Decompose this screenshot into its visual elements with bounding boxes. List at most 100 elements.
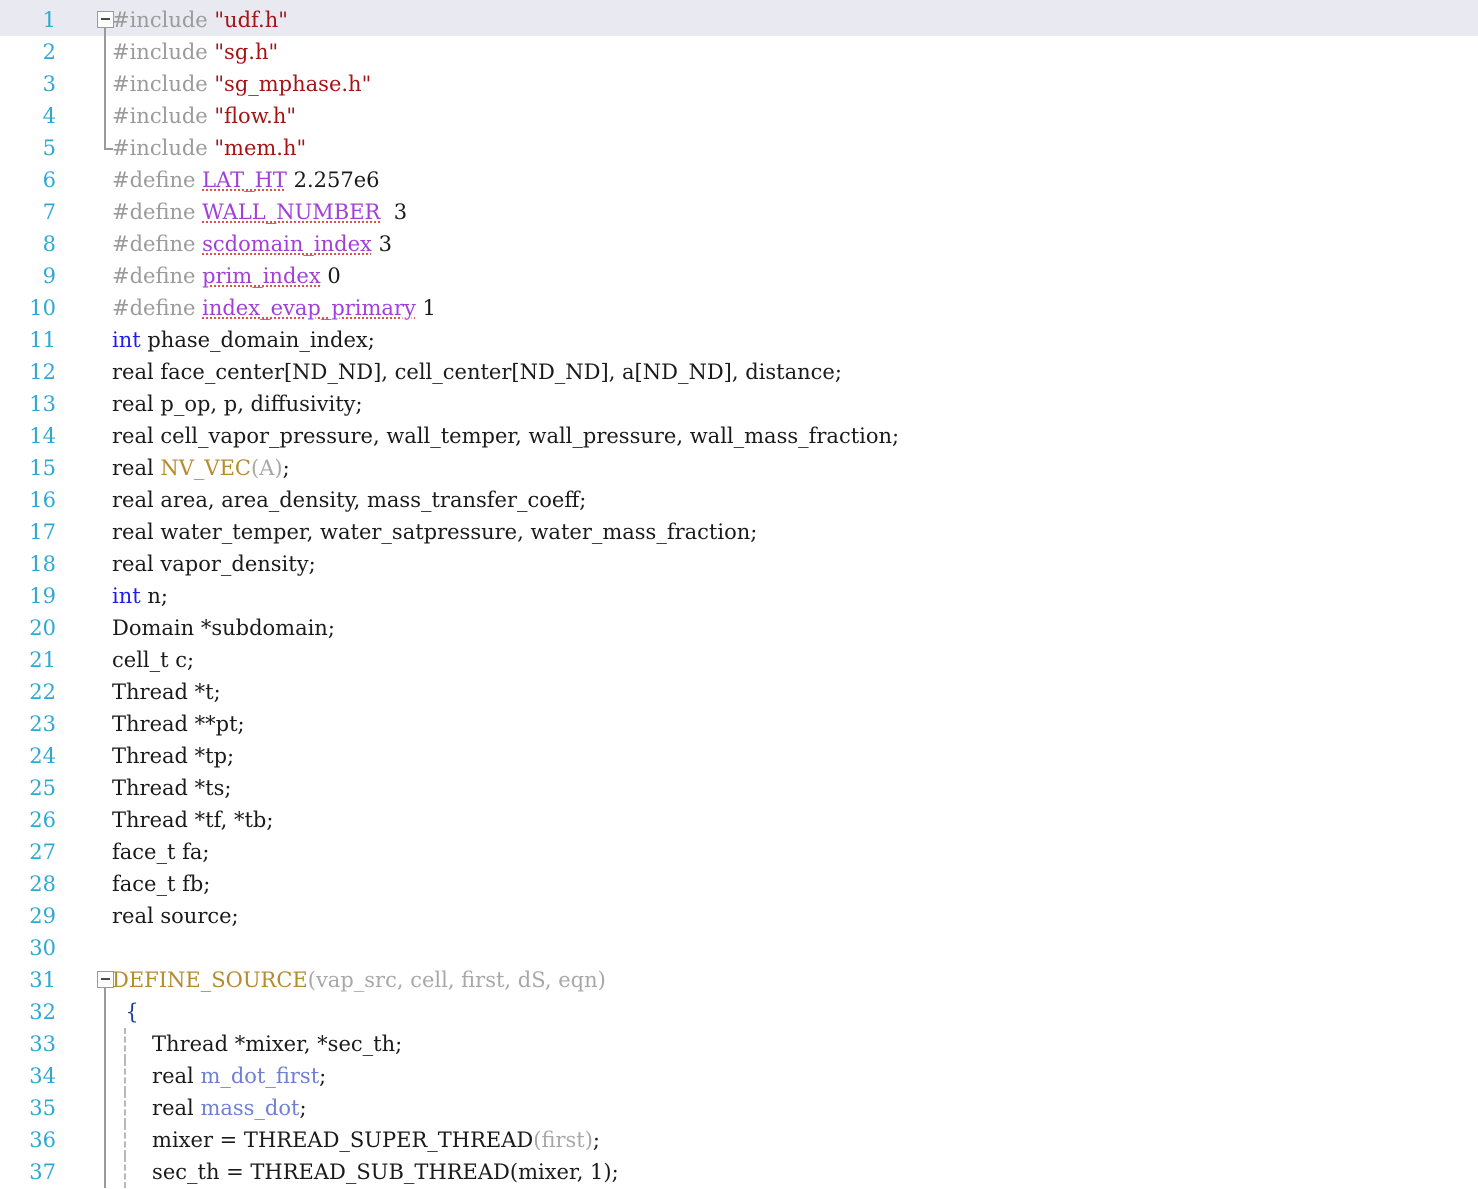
line-number[interactable]: 2 bbox=[0, 36, 56, 68]
line-number[interactable]: 34 bbox=[0, 1060, 56, 1092]
line-number[interactable]: 15 bbox=[0, 452, 56, 484]
line-number[interactable]: 1 bbox=[0, 4, 56, 36]
line-number[interactable]: 3 bbox=[0, 68, 56, 100]
code-line[interactable]: 31 DEFINE_SOURCE(vap_src, cell, first, dS… bbox=[0, 964, 1478, 996]
line-number[interactable]: 37 bbox=[0, 1156, 56, 1188]
code-line-text[interactable]: { bbox=[112, 996, 138, 1028]
code-line[interactable]: 21 cell_t c; bbox=[0, 644, 1478, 676]
code-line-text[interactable]: real m_dot_first; bbox=[112, 1060, 326, 1092]
code-line[interactable]: 34 real m_dot_first; bbox=[0, 1060, 1478, 1092]
code-line-text[interactable]: DEFINE_SOURCE(vap_src, cell, first, dS, … bbox=[112, 964, 606, 996]
line-number[interactable]: 14 bbox=[0, 420, 56, 452]
code-line-text[interactable]: real water_temper, water_satpressure, wa… bbox=[112, 516, 757, 548]
line-number[interactable]: 30 bbox=[0, 932, 56, 964]
code-line-text[interactable]: #define scdomain_index 3 bbox=[112, 228, 392, 260]
code-line-text[interactable]: int phase_domain_index; bbox=[112, 324, 375, 356]
code-editor[interactable]: 1 #include "udf.h" 2 #include "sg.h" 3 #inclu… bbox=[0, 0, 1478, 1189]
code-line-text[interactable]: face_t fb; bbox=[112, 868, 210, 900]
line-number[interactable]: 28 bbox=[0, 868, 56, 900]
code-line-text[interactable]: Thread *t; bbox=[112, 676, 221, 708]
code-line-text[interactable]: sec_th = THREAD_SUB_THREAD(mixer, 1); bbox=[112, 1156, 619, 1188]
code-line-text[interactable]: #define prim_index 0 bbox=[112, 260, 341, 292]
line-number[interactable]: 18 bbox=[0, 548, 56, 580]
code-line-text[interactable]: int n; bbox=[112, 580, 168, 612]
line-number[interactable]: 4 bbox=[0, 100, 56, 132]
code-line[interactable]: 36 mixer = THREAD_SUPER_THREAD(first); bbox=[0, 1124, 1478, 1156]
line-number[interactable]: 35 bbox=[0, 1092, 56, 1124]
code-line-text[interactable]: #define index_evap_primary 1 bbox=[112, 292, 436, 324]
code-line-text[interactable]: mixer = THREAD_SUPER_THREAD(first); bbox=[112, 1124, 600, 1156]
line-number[interactable]: 36 bbox=[0, 1124, 56, 1156]
code-line-text[interactable]: real source; bbox=[112, 900, 239, 932]
code-line[interactable]: 18 real vapor_density; bbox=[0, 548, 1478, 580]
code-line[interactable]: 33 Thread *mixer, *sec_th; bbox=[0, 1028, 1478, 1060]
code-line[interactable]: 35 real mass_dot; bbox=[0, 1092, 1478, 1124]
code-line-text[interactable]: real area, area_density, mass_transfer_c… bbox=[112, 484, 586, 516]
line-number[interactable]: 17 bbox=[0, 516, 56, 548]
line-number[interactable]: 22 bbox=[0, 676, 56, 708]
line-number[interactable]: 32 bbox=[0, 996, 56, 1028]
code-line-text[interactable]: cell_t c; bbox=[112, 644, 194, 676]
code-line[interactable]: 17 real water_temper, water_satpressure, … bbox=[0, 516, 1478, 548]
line-number[interactable]: 8 bbox=[0, 228, 56, 260]
code-line[interactable]: 16 real area, area_density, mass_transfer… bbox=[0, 484, 1478, 516]
code-line[interactable]: 7 #define WALL_NUMBER 3 bbox=[0, 196, 1478, 228]
code-line[interactable]: 20 Domain *subdomain; bbox=[0, 612, 1478, 644]
line-number[interactable]: 27 bbox=[0, 836, 56, 868]
code-line-text[interactable]: #include "mem.h" bbox=[112, 132, 306, 164]
code-line-text[interactable]: face_t fa; bbox=[112, 836, 209, 868]
code-line[interactable]: 25 Thread *ts; bbox=[0, 772, 1478, 804]
code-line-text[interactable]: #include "flow.h" bbox=[112, 100, 296, 132]
code-line[interactable]: 12 real face_center[ND_ND], cell_center[N… bbox=[0, 356, 1478, 388]
code-line[interactable]: 27 face_t fa; bbox=[0, 836, 1478, 868]
code-line[interactable]: 26 Thread *tf, *tb; bbox=[0, 804, 1478, 836]
code-line-text[interactable]: Thread *tf, *tb; bbox=[112, 804, 273, 836]
code-lines-container[interactable]: 1 #include "udf.h" 2 #include "sg.h" 3 #inclu… bbox=[0, 4, 1478, 1188]
code-line[interactable]: 9 #define prim_index 0 bbox=[0, 260, 1478, 292]
line-number[interactable]: 23 bbox=[0, 708, 56, 740]
line-number[interactable]: 11 bbox=[0, 324, 56, 356]
code-line[interactable]: 37 sec_th = THREAD_SUB_THREAD(mixer, 1); bbox=[0, 1156, 1478, 1188]
line-number[interactable]: 33 bbox=[0, 1028, 56, 1060]
code-line[interactable]: 24 Thread *tp; bbox=[0, 740, 1478, 772]
code-line[interactable]: 10 #define index_evap_primary 1 bbox=[0, 292, 1478, 324]
line-number[interactable]: 20 bbox=[0, 612, 56, 644]
code-line-text[interactable]: Thread *mixer, *sec_th; bbox=[112, 1028, 402, 1060]
line-number[interactable]: 21 bbox=[0, 644, 56, 676]
line-number[interactable]: 25 bbox=[0, 772, 56, 804]
code-line-text[interactable]: #include "sg_mphase.h" bbox=[112, 68, 371, 100]
code-line[interactable]: 28 face_t fb; bbox=[0, 868, 1478, 900]
code-line[interactable]: 22 Thread *t; bbox=[0, 676, 1478, 708]
line-number[interactable]: 13 bbox=[0, 388, 56, 420]
line-number[interactable]: 29 bbox=[0, 900, 56, 932]
code-line[interactable]: 2 #include "sg.h" bbox=[0, 36, 1478, 68]
code-line[interactable]: 14 real cell_vapor_pressure, wall_temper,… bbox=[0, 420, 1478, 452]
line-number[interactable]: 19 bbox=[0, 580, 56, 612]
line-number[interactable]: 9 bbox=[0, 260, 56, 292]
code-line-text[interactable]: #define WALL_NUMBER 3 bbox=[112, 196, 407, 228]
line-number[interactable]: 5 bbox=[0, 132, 56, 164]
line-number[interactable]: 16 bbox=[0, 484, 56, 516]
code-line[interactable]: 3 #include "sg_mphase.h" bbox=[0, 68, 1478, 100]
code-line-text[interactable]: Thread **pt; bbox=[112, 708, 245, 740]
code-line[interactable]: 30 bbox=[0, 932, 1478, 964]
line-number[interactable]: 10 bbox=[0, 292, 56, 324]
code-line-text[interactable]: real face_center[ND_ND], cell_center[ND_… bbox=[112, 356, 842, 388]
code-line[interactable]: 5 #include "mem.h" bbox=[0, 132, 1478, 164]
line-number[interactable]: 31 bbox=[0, 964, 56, 996]
line-number[interactable]: 7 bbox=[0, 196, 56, 228]
code-line-text[interactable]: real vapor_density; bbox=[112, 548, 316, 580]
code-line[interactable]: 1 #include "udf.h" bbox=[0, 4, 1478, 36]
code-line-text[interactable]: #include "udf.h" bbox=[112, 4, 288, 36]
fold-column[interactable] bbox=[96, 932, 116, 964]
code-line[interactable]: 23 Thread **pt; bbox=[0, 708, 1478, 740]
code-line-text[interactable]: #define LAT_HT 2.257e6 bbox=[112, 164, 380, 196]
code-line[interactable]: 13 real p_op, p, diffusivity; bbox=[0, 388, 1478, 420]
line-number[interactable]: 26 bbox=[0, 804, 56, 836]
line-number[interactable]: 24 bbox=[0, 740, 56, 772]
code-line-text[interactable]: real NV_VEC(A); bbox=[112, 452, 290, 484]
code-line[interactable]: 8 #define scdomain_index 3 bbox=[0, 228, 1478, 260]
code-line-text[interactable]: Thread *ts; bbox=[112, 772, 231, 804]
line-number[interactable]: 6 bbox=[0, 164, 56, 196]
code-line-text[interactable]: real cell_vapor_pressure, wall_temper, w… bbox=[112, 420, 899, 452]
